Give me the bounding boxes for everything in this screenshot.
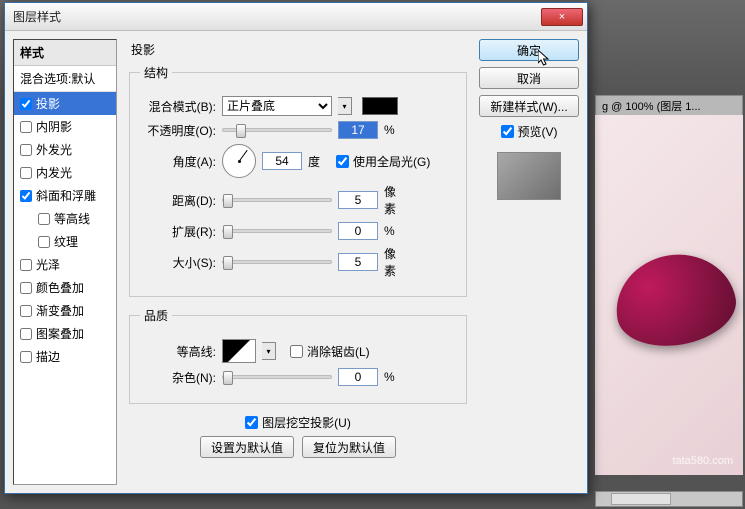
opacity-slider[interactable] (222, 128, 332, 132)
color-dropdown-icon[interactable]: ▾ (338, 97, 352, 115)
antialias-checkbox[interactable]: 消除锯齿(L) (290, 343, 370, 360)
contour-picker[interactable] (222, 339, 256, 363)
spread-input[interactable] (338, 222, 378, 240)
style-label: 图案叠加 (36, 325, 84, 342)
new-style-button[interactable]: 新建样式(W)... (479, 95, 579, 117)
distance-slider[interactable] (222, 198, 332, 202)
style-checkbox[interactable] (38, 236, 50, 248)
quality-group: 品质 等高线: ▾ 消除锯齿(L) 杂色(N): % (129, 307, 467, 404)
angle-input[interactable] (262, 152, 302, 170)
preview-checkbox[interactable]: 预览(V) (479, 123, 579, 140)
document-tab[interactable]: g @ 100% (图层 1... (595, 95, 743, 117)
style-label: 外发光 (36, 141, 72, 158)
angle-dial[interactable] (222, 144, 256, 178)
style-label: 描边 (36, 348, 60, 365)
set-default-button[interactable]: 设置为默认值 (200, 436, 294, 458)
style-item-1[interactable]: 内阴影 (14, 115, 116, 138)
style-checkbox[interactable] (20, 167, 32, 179)
style-checkbox[interactable] (20, 190, 32, 202)
distance-label: 距离(D): (140, 192, 216, 209)
reset-default-button[interactable]: 复位为默认值 (302, 436, 396, 458)
style-item-2[interactable]: 外发光 (14, 138, 116, 161)
style-label: 投影 (36, 95, 60, 112)
style-checkbox[interactable] (20, 328, 32, 340)
blend-mode-label: 混合模式(B): (140, 98, 216, 115)
blend-mode-select[interactable]: 正片叠底 (222, 96, 332, 116)
ok-button[interactable]: 确定 (479, 39, 579, 61)
spread-unit: % (384, 224, 406, 238)
style-checkbox[interactable] (20, 282, 32, 294)
size-slider[interactable] (222, 260, 332, 264)
styles-list: 样式 混合选项:默认 投影内阴影外发光内发光斜面和浮雕等高线纹理光泽颜色叠加渐变… (13, 39, 117, 485)
size-label: 大小(S): (140, 254, 216, 271)
style-item-5[interactable]: 等高线 (14, 207, 116, 230)
watermark: tata580.com (672, 455, 733, 467)
style-item-6[interactable]: 纹理 (14, 230, 116, 253)
contour-dropdown-icon[interactable]: ▾ (262, 342, 276, 360)
style-item-11[interactable]: 描边 (14, 345, 116, 368)
distance-input[interactable] (338, 191, 378, 209)
horizontal-scrollbar[interactable] (595, 491, 743, 507)
style-label: 渐变叠加 (36, 302, 84, 319)
distance-unit: 像素 (384, 183, 406, 217)
style-label: 颜色叠加 (36, 279, 84, 296)
canvas-preview: tata580.com (595, 115, 743, 475)
style-item-7[interactable]: 光泽 (14, 253, 116, 276)
noise-label: 杂色(N): (140, 369, 216, 386)
style-checkbox[interactable] (20, 121, 32, 133)
size-unit: 像素 (384, 245, 406, 279)
style-item-3[interactable]: 内发光 (14, 161, 116, 184)
global-light-checkbox[interactable]: 使用全局光(G) (336, 153, 430, 170)
spread-label: 扩展(R): (140, 223, 216, 240)
dialog-title: 图层样式 (13, 8, 541, 25)
style-item-10[interactable]: 图案叠加 (14, 322, 116, 345)
contour-label: 等高线: (140, 343, 216, 360)
section-title: 投影 (131, 41, 467, 58)
angle-label: 角度(A): (140, 153, 216, 170)
style-item-8[interactable]: 颜色叠加 (14, 276, 116, 299)
style-checkbox[interactable] (20, 98, 32, 110)
style-label: 内发光 (36, 164, 72, 181)
opacity-label: 不透明度(O): (140, 122, 216, 139)
style-label: 斜面和浮雕 (36, 187, 96, 204)
blending-options[interactable]: 混合选项:默认 (14, 66, 116, 92)
cancel-button[interactable]: 取消 (479, 67, 579, 89)
noise-unit: % (384, 370, 406, 384)
style-label: 纹理 (54, 233, 78, 250)
noise-slider[interactable] (222, 375, 332, 379)
style-checkbox[interactable] (20, 351, 32, 363)
style-label: 光泽 (36, 256, 60, 273)
opacity-input[interactable] (338, 121, 378, 139)
opacity-unit: % (384, 123, 406, 137)
style-checkbox[interactable] (20, 259, 32, 271)
style-checkbox[interactable] (38, 213, 50, 225)
close-button[interactable]: × (541, 8, 583, 26)
styles-header: 样式 (14, 40, 116, 66)
style-item-0[interactable]: 投影 (14, 92, 116, 115)
style-item-4[interactable]: 斜面和浮雕 (14, 184, 116, 207)
shadow-color-swatch[interactable] (362, 97, 398, 115)
style-label: 内阴影 (36, 118, 72, 135)
style-checkbox[interactable] (20, 305, 32, 317)
spread-slider[interactable] (222, 229, 332, 233)
structure-group: 结构 混合模式(B): 正片叠底 ▾ 不透明度(O): % 角度(A) (129, 64, 467, 297)
layer-style-dialog: 图层样式 × 样式 混合选项:默认 投影内阴影外发光内发光斜面和浮雕等高线纹理光… (4, 2, 588, 494)
angle-unit: 度 (308, 153, 330, 170)
style-label: 等高线 (54, 210, 90, 227)
style-item-9[interactable]: 渐变叠加 (14, 299, 116, 322)
knockout-checkbox[interactable]: 图层挖空投影(U) (245, 414, 351, 431)
quality-legend: 品质 (140, 307, 172, 324)
structure-legend: 结构 (140, 64, 172, 81)
preview-swatch (497, 152, 561, 200)
size-input[interactable] (338, 253, 378, 271)
titlebar[interactable]: 图层样式 × (5, 3, 587, 31)
style-checkbox[interactable] (20, 144, 32, 156)
noise-input[interactable] (338, 368, 378, 386)
